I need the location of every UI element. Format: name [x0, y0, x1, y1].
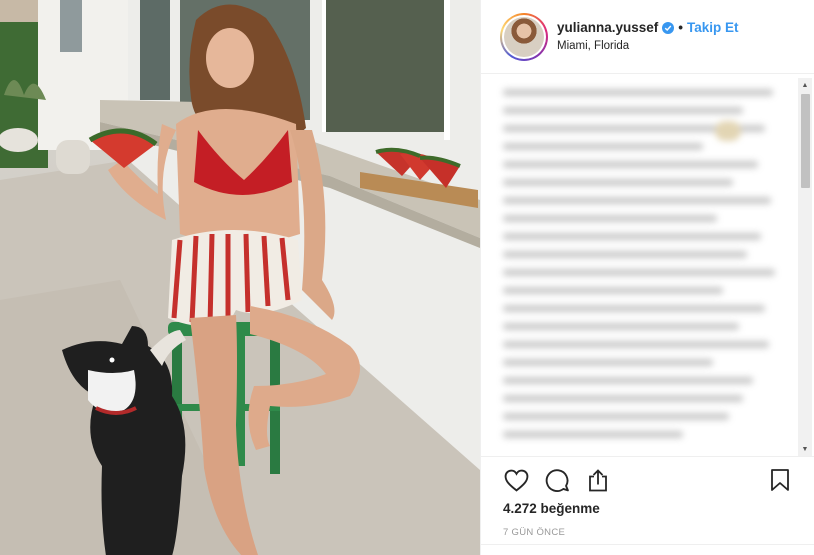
post-photo[interactable]: [0, 0, 480, 555]
scroll-up-icon[interactable]: ▲: [798, 78, 812, 92]
separator-dot: •: [678, 20, 684, 35]
verified-badge-icon: [662, 22, 675, 34]
username-link[interactable]: yulianna.yussef: [557, 19, 658, 37]
heart-icon[interactable]: [503, 467, 529, 493]
blurred-caption: [503, 85, 791, 450]
post-side-panel: yulianna.yussef • Takip Et Miami, Florid…: [480, 0, 814, 555]
avatar-image: [504, 16, 544, 57]
divider: [481, 544, 814, 545]
comments-scrollbar[interactable]: ▲ ▼: [798, 78, 812, 456]
photo-illustration: [0, 0, 480, 555]
share-icon[interactable]: [585, 467, 611, 493]
post-timestamp: 7 GÜN ÖNCE: [503, 527, 566, 538]
location-link[interactable]: Miami, Florida: [557, 38, 739, 54]
comment-icon[interactable]: [544, 467, 570, 493]
follow-button[interactable]: Takip Et: [687, 19, 739, 37]
post-actions: 4.272 beğenme 7 GÜN ÖNCE: [481, 456, 814, 555]
avatar[interactable]: [500, 12, 548, 61]
scroll-thumb[interactable]: [801, 94, 810, 188]
scroll-down-icon[interactable]: ▼: [798, 442, 812, 456]
comments-area[interactable]: [481, 75, 814, 455]
likes-count[interactable]: 4.272 beğenme: [503, 501, 600, 516]
post-header: yulianna.yussef • Takip Et Miami, Florid…: [481, 0, 814, 74]
bookmark-icon[interactable]: [767, 467, 793, 493]
